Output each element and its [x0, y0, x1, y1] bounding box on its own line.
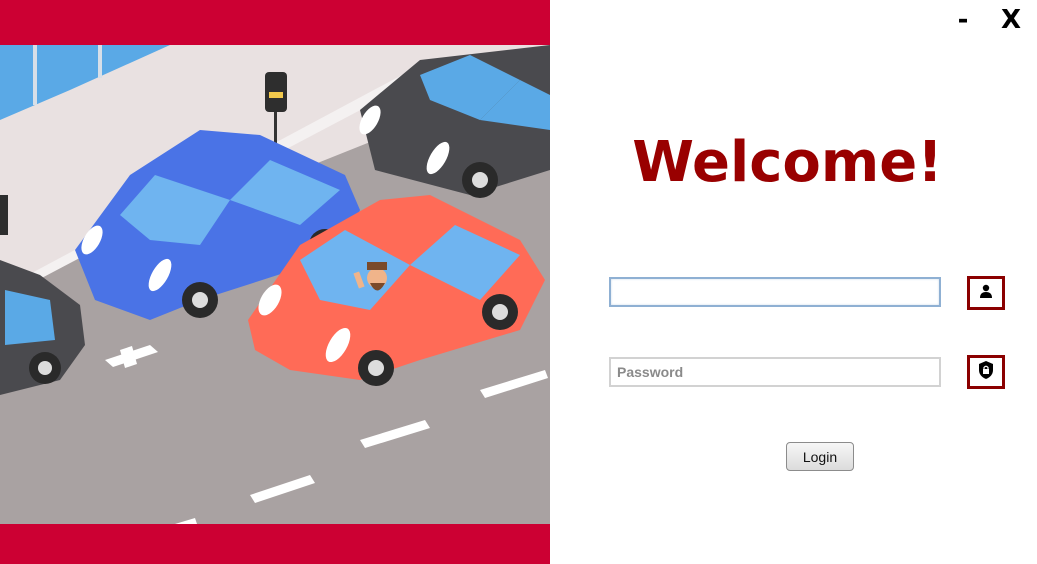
window-controls: - X	[945, 2, 1029, 38]
welcome-heading: Welcome!	[632, 130, 943, 195]
password-input[interactable]	[609, 357, 941, 387]
close-button[interactable]: X	[993, 2, 1029, 38]
minimize-button[interactable]: -	[945, 2, 981, 38]
user-icon-box	[967, 276, 1005, 310]
lock-icon-box	[967, 355, 1005, 389]
parking-illustration	[0, 45, 550, 524]
top-red-band	[0, 0, 550, 45]
shield-lock-icon	[977, 360, 995, 384]
person-icon	[978, 283, 994, 303]
username-input[interactable]	[609, 277, 941, 307]
bottom-red-band	[0, 524, 550, 564]
illustration-panel	[0, 0, 550, 564]
login-button[interactable]: Login	[786, 442, 854, 471]
